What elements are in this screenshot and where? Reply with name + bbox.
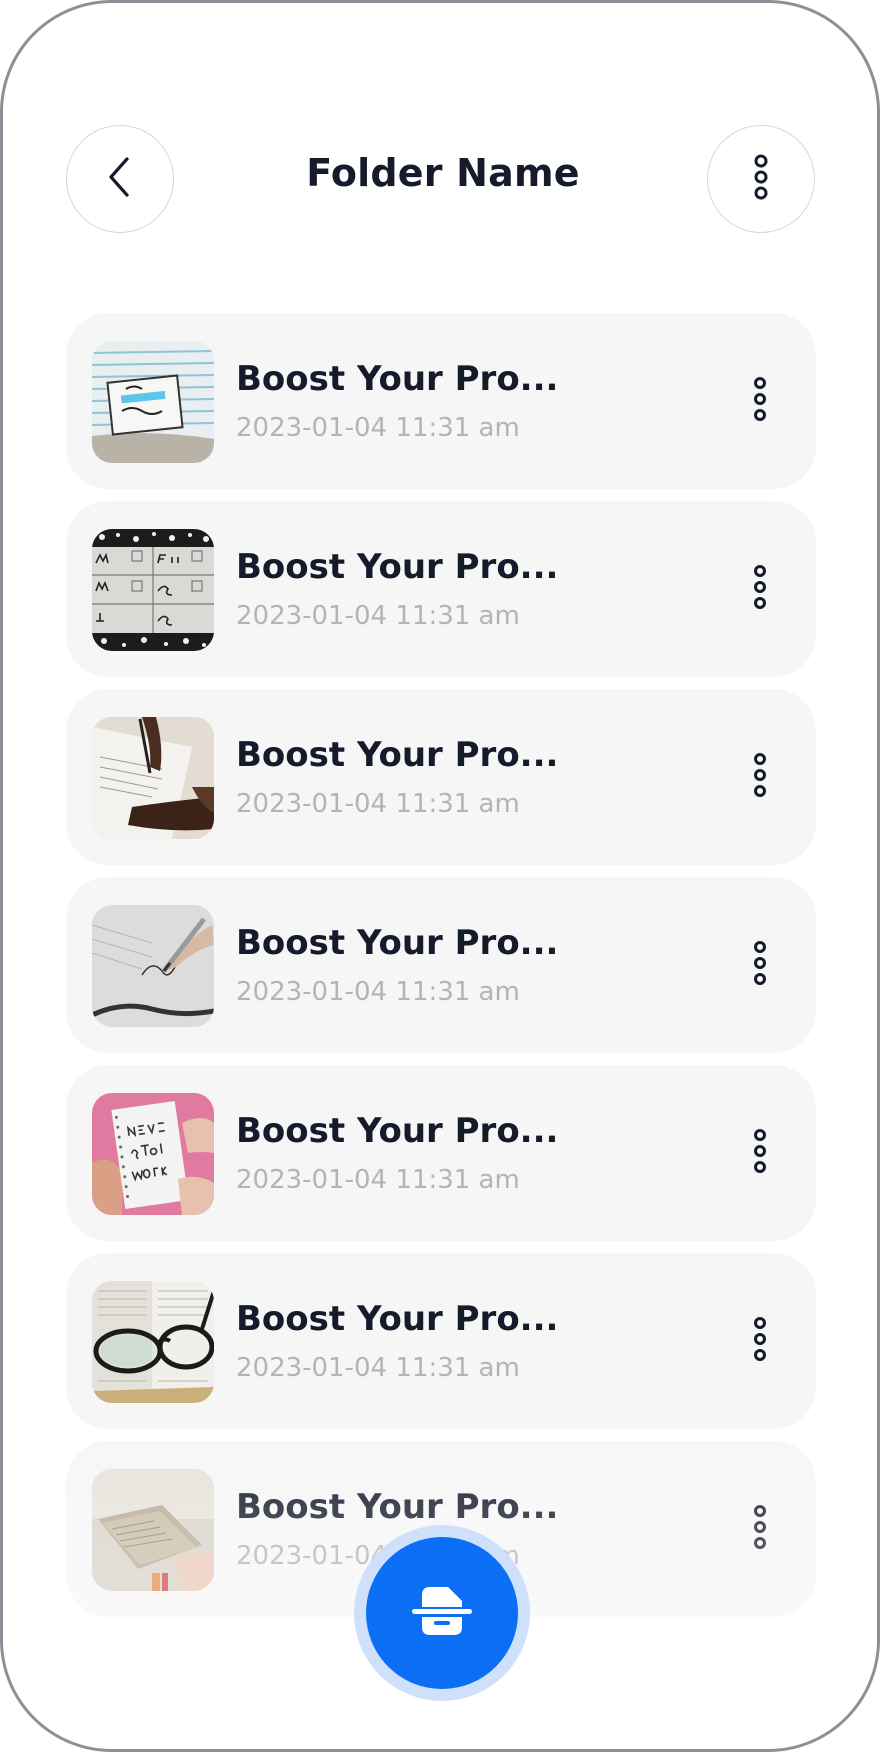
item-date: 2023-01-04 11:31 am bbox=[236, 789, 520, 819]
item-title: Boost Your Pro... bbox=[236, 359, 559, 399]
item-title: Boost Your Pro... bbox=[236, 1111, 559, 1151]
more-vertical-icon bbox=[751, 1317, 769, 1365]
more-vertical-icon bbox=[751, 1129, 769, 1177]
item-date: 2023-01-04 11:31 am bbox=[236, 1353, 520, 1383]
thumbnail-image bbox=[92, 1469, 214, 1591]
item-date: 2023-01-04 11:31 am bbox=[236, 1165, 520, 1195]
scanner-icon bbox=[408, 1577, 476, 1649]
thumbnail-image bbox=[92, 529, 214, 651]
item-title: Boost Your Pro... bbox=[236, 735, 559, 775]
item-menu-button[interactable] bbox=[738, 559, 782, 619]
list-item[interactable]: Boost Your Pro... 2023-01-04 11:31 am bbox=[66, 501, 816, 677]
list-item[interactable]: Boost Your Pro... 2023-01-04 11:31 am bbox=[66, 1253, 816, 1429]
more-vertical-icon bbox=[751, 1505, 769, 1553]
page-title: Folder Name bbox=[306, 151, 580, 195]
more-vertical-icon bbox=[751, 753, 769, 801]
item-date: 2023-01-04 11:31 am bbox=[236, 413, 520, 443]
list-item[interactable]: Boost Your Pro... 2023-01-04 11:31 am bbox=[66, 877, 816, 1053]
item-title: Boost Your Pro... bbox=[236, 1487, 559, 1527]
list-item[interactable]: Boost Your Pro... 2023-01-04 11:31 am bbox=[66, 689, 816, 865]
item-title: Boost Your Pro... bbox=[236, 923, 559, 963]
more-vertical-icon bbox=[751, 941, 769, 989]
thumbnail-image bbox=[92, 341, 214, 463]
item-menu-button[interactable] bbox=[738, 935, 782, 995]
more-vertical-icon bbox=[751, 377, 769, 425]
scan-fab-button[interactable] bbox=[366, 1537, 518, 1689]
thumbnail-image bbox=[92, 1093, 214, 1215]
thumbnail-image bbox=[92, 905, 214, 1027]
item-menu-button[interactable] bbox=[738, 1499, 782, 1559]
item-menu-button[interactable] bbox=[738, 1123, 782, 1183]
item-title: Boost Your Pro... bbox=[236, 547, 559, 587]
list-item[interactable]: Boost Your Pro... 2023-01-04 11:31 am bbox=[66, 313, 816, 489]
list-item[interactable]: Boost Your Pro... 2023-01-04 11:31 am bbox=[66, 1065, 816, 1241]
item-menu-button[interactable] bbox=[738, 747, 782, 807]
more-vertical-icon bbox=[751, 154, 771, 204]
item-date: 2023-01-04 11:31 am bbox=[236, 977, 520, 1007]
more-vertical-icon bbox=[751, 565, 769, 613]
item-menu-button[interactable] bbox=[738, 1311, 782, 1371]
back-button[interactable] bbox=[66, 125, 174, 233]
thumbnail-image bbox=[92, 1281, 214, 1403]
item-date: 2023-01-04 11:31 am bbox=[236, 601, 520, 631]
thumbnail-image bbox=[92, 717, 214, 839]
folder-menu-button[interactable] bbox=[707, 125, 815, 233]
item-title: Boost Your Pro... bbox=[236, 1299, 559, 1339]
phone-frame: Folder Name Boost Your Pro... 2023-01-04… bbox=[0, 0, 880, 1752]
item-menu-button[interactable] bbox=[738, 371, 782, 431]
chevron-left-icon bbox=[105, 155, 135, 203]
